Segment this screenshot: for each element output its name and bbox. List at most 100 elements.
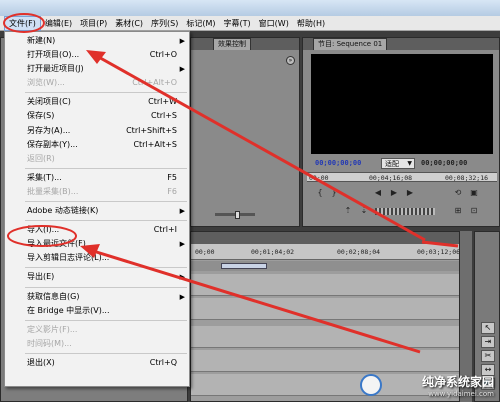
menu-separator — [25, 319, 187, 321]
file-menu-item[interactable]: 导入最近文件(F) ▶ — [5, 237, 189, 251]
file-menu-item-shortcut: F6 — [167, 186, 177, 196]
file-menu-item[interactable]: 返回(R) — [5, 152, 189, 166]
file-menu-item[interactable]: 采集(T)... F5 — [5, 171, 189, 185]
submenu-arrow-icon: ▶ — [179, 207, 185, 216]
menu-5[interactable]: 标记(M) — [182, 17, 219, 30]
lift-icon[interactable]: ⇡ — [343, 206, 353, 216]
export-frame-icon[interactable]: ⊡ — [469, 206, 479, 216]
trim-icon[interactable]: ⊞ — [453, 206, 463, 216]
menu-separator — [25, 167, 187, 169]
set-in-icon[interactable]: { — [315, 188, 325, 198]
file-menu-item[interactable]: 保存(S) Ctrl+S — [5, 109, 189, 123]
file-menu-item-label: 批量采集(B)... — [27, 186, 79, 196]
file-menu-item[interactable]: 导入(I)... Ctrl+I — [5, 223, 189, 237]
timeline-zoom-bar[interactable] — [191, 261, 459, 271]
video-track[interactable] — [191, 298, 459, 320]
menu-8[interactable]: 帮助(H) — [293, 17, 329, 30]
menu-7[interactable]: 窗口(W) — [255, 17, 293, 30]
file-menu-item[interactable]: Adobe 动态链接(K) ▶ — [5, 204, 189, 218]
program-video-display[interactable] — [311, 54, 493, 154]
file-menu-item[interactable]: 另存为(A)... Ctrl+Shift+S — [5, 124, 189, 138]
menu-1[interactable]: 编辑(E) — [41, 17, 76, 30]
timeline-time-mark: 00;01;04;02 — [251, 248, 295, 256]
file-menu-item-shortcut: Ctrl+Alt+O — [132, 78, 177, 88]
window-title-strip — [0, 0, 500, 16]
zoom-handle[interactable] — [221, 263, 267, 269]
monitor-time-ruler[interactable]: 00;00 00;04;16;08 00;08;32;16 — [307, 172, 497, 182]
panel-menu-icon[interactable]: » — [286, 56, 295, 65]
file-menu-item-shortcut: Ctrl+O — [149, 50, 177, 60]
file-menu-item-label: 关闭项目(C) — [27, 97, 71, 107]
file-menu-item-label: 定义影片(F)... — [27, 324, 78, 334]
menu-3[interactable]: 素材(C) — [111, 17, 147, 30]
file-menu-item[interactable]: 定义影片(F)... — [5, 323, 189, 337]
file-menu-item-label: 导出(E) — [27, 272, 55, 282]
timeline-time-mark: 00;02;08;04 — [337, 248, 381, 256]
file-menu-item-label: 打开最近项目(J) — [27, 64, 84, 74]
file-menu-item-label: 获取信息自(G) — [27, 291, 80, 301]
submenu-arrow-icon: ▶ — [179, 273, 185, 282]
tab-program-monitor[interactable]: 节目: Sequence 01 — [313, 38, 388, 50]
track-select-tool-icon[interactable]: ⇥ — [481, 336, 495, 348]
file-menu-item[interactable]: 退出(X) Ctrl+Q — [5, 356, 189, 370]
file-menu-item[interactable]: 导出(E) ▶ — [5, 270, 189, 284]
file-menu-item-shortcut: Ctrl+S — [150, 111, 177, 121]
file-menu-item[interactable]: 获取信息自(G) ▶ — [5, 290, 189, 304]
file-menu-item-label: 导入最近文件(F) — [27, 239, 86, 249]
menu-separator — [25, 220, 187, 222]
play-icon[interactable]: ▶ — [389, 188, 399, 198]
safe-margins-icon[interactable]: ▣ — [469, 188, 479, 198]
video-track[interactable] — [191, 274, 459, 296]
file-menu-item-label: 另存为(A)... — [27, 125, 71, 135]
file-menu-item[interactable]: 保存副本(Y)... Ctrl+Alt+S — [5, 138, 189, 152]
menu-2[interactable]: 项目(P) — [76, 17, 111, 30]
extract-icon[interactable]: ⇣ — [359, 206, 369, 216]
step-forward-icon[interactable]: ▶ — [405, 188, 415, 198]
file-menu-item-label: Adobe 动态链接(K) — [27, 206, 99, 216]
file-menu-item[interactable]: 新建(N) ▶ — [5, 34, 189, 48]
ruler-mark: 00;04;16;08 — [369, 174, 413, 182]
duration-timecode: 00;00;00;00 — [421, 159, 468, 167]
menu-6[interactable]: 字幕(T) — [220, 17, 255, 30]
submenu-arrow-icon: ▶ — [179, 240, 185, 249]
file-menu-item-label: 保存副本(Y)... — [27, 139, 78, 149]
razor-tool-icon[interactable]: ✂ — [481, 350, 495, 362]
watermark-url: www.yidaimei.com — [428, 390, 494, 398]
timeline-ruler[interactable]: 00;00 00;01;04;02 00;02;08;04 00;03;12;0… — [191, 244, 460, 260]
menu-separator — [25, 267, 187, 269]
jog-shuttle[interactable] — [375, 208, 435, 215]
program-monitor-panel: 节目: Sequence 01 00;00;00;00 适配 ▼ 00;00;0… — [302, 37, 500, 227]
file-menu-item[interactable]: 时间码(M)... — [5, 337, 189, 351]
zoom-slider-handle[interactable] — [235, 211, 240, 219]
menubar: 文件(F) 编辑(E) 项目(P) 素材(C) 序列(S) 标记(M) 字幕(T) 窗口(W)… — [0, 15, 500, 31]
file-menu-item[interactable]: 打开项目(O)... Ctrl+O — [5, 48, 189, 62]
file-menu: 新建(N) ▶ 打开项目(O)... Ctrl+O 打开最近项目(J) ▶ 浏览(W)...… — [4, 31, 190, 387]
file-menu-item[interactable]: 导入剪辑日志评论(L)... — [5, 251, 189, 265]
file-menu-item-shortcut: Ctrl+W — [148, 97, 177, 107]
file-menu-item[interactable]: 浏览(W)... Ctrl+Alt+O — [5, 76, 189, 90]
chevron-down-icon: ▼ — [407, 160, 412, 167]
file-menu-item-shortcut: F5 — [167, 172, 177, 182]
audio-track[interactable] — [191, 326, 459, 348]
file-menu-item-label: 时间码(M)... — [27, 338, 72, 348]
ruler-mark: 00;00 — [309, 174, 329, 182]
loop-icon[interactable]: ⟲ — [453, 188, 463, 198]
menu-separator — [25, 352, 187, 354]
step-back-icon[interactable]: ◀ — [373, 188, 383, 198]
tab-effects-control[interactable]: 效果控制 — [213, 38, 251, 50]
audio-track[interactable] — [191, 374, 459, 396]
current-timecode[interactable]: 00;00;00;00 — [315, 159, 361, 167]
file-menu-item[interactable]: 批量采集(B)... F6 — [5, 185, 189, 199]
file-menu-item[interactable]: 在 Bridge 中显示(V)... — [5, 304, 189, 318]
fit-select[interactable]: 适配 ▼ — [381, 158, 415, 169]
file-menu-item[interactable]: 关闭项目(C) Ctrl+W — [5, 95, 189, 109]
file-menu-item-label: 浏览(W)... — [27, 78, 65, 88]
set-out-icon[interactable]: } — [329, 188, 339, 198]
menu-4[interactable]: 序列(S) — [147, 17, 182, 30]
submenu-arrow-icon: ▶ — [179, 65, 185, 74]
audio-track[interactable] — [191, 350, 459, 372]
selection-tool-icon[interactable]: ↖ — [481, 322, 495, 334]
menu-0[interactable]: 文件(F) — [4, 15, 41, 31]
file-menu-item-label: 打开项目(O)... — [27, 50, 80, 60]
file-menu-item[interactable]: 打开最近项目(J) ▶ — [5, 62, 189, 76]
